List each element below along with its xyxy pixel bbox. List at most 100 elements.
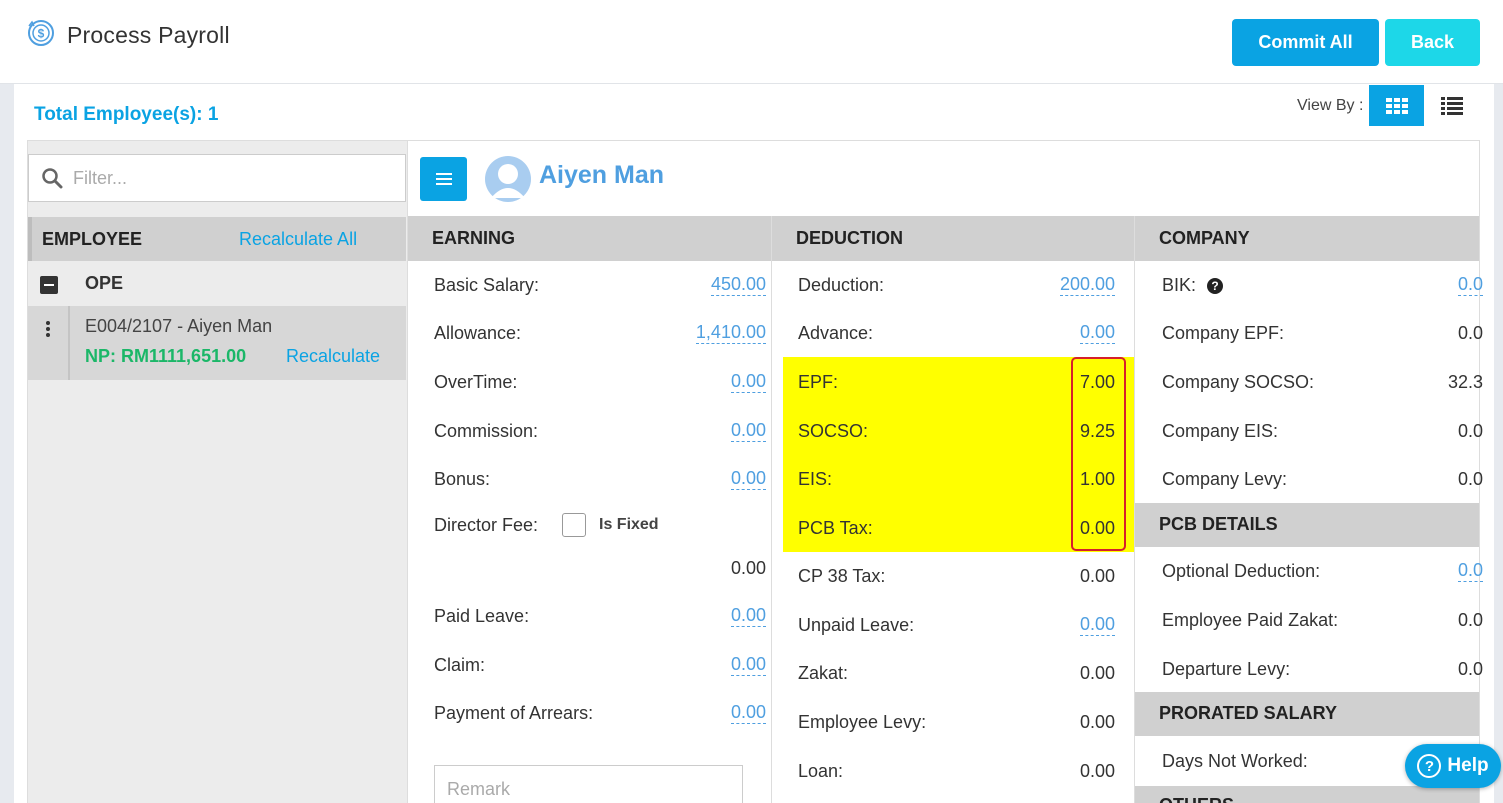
director-fee-label: Director Fee: — [434, 515, 539, 535]
column-divider — [771, 216, 772, 803]
arrears-label: Payment of Arrears: — [434, 703, 594, 723]
recalculate-link[interactable]: Recalculate — [286, 346, 380, 367]
company-epf-label: Company EPF: — [1162, 323, 1285, 343]
paid-leave-label: Paid Leave: — [434, 606, 530, 626]
grid-icon — [1385, 97, 1408, 114]
eis-label: EIS: — [798, 469, 833, 489]
remark-placeholder: Remark — [447, 779, 511, 799]
grid-view-button[interactable] — [1369, 85, 1424, 126]
total-employees: Total Employee(s): 1 — [34, 104, 219, 125]
group-row[interactable]: OPE — [28, 262, 406, 306]
group-label: OPE — [85, 273, 124, 293]
page-title: Process Payroll — [67, 22, 230, 48]
deduction-label: Deduction: — [798, 275, 885, 295]
deduction-value[interactable]: 200.00 — [1059, 274, 1115, 296]
recalculate-all-link[interactable]: Recalculate All — [239, 229, 357, 250]
paid-leave-value[interactable]: 0.00 — [730, 605, 766, 627]
employee-name: E004/2107 - Aiyen Man — [85, 316, 273, 336]
kebab-menu-icon[interactable] — [28, 306, 68, 380]
allowance-label: Allowance: — [434, 323, 522, 343]
bik-label: BIK: — [1162, 275, 1197, 295]
optional-deduction-label: Optional Deduction: — [1162, 561, 1321, 581]
arrears-value[interactable]: 0.00 — [730, 702, 766, 724]
back-button[interactable]: Back — [1385, 19, 1480, 66]
zakat-label: Zakat: — [798, 663, 849, 683]
search-icon — [42, 168, 63, 189]
list-view-button[interactable] — [1432, 85, 1472, 126]
company-levy-value: 0.0 — [1458, 469, 1484, 489]
help-circle-icon[interactable]: ? — [1207, 278, 1223, 294]
filter-input[interactable] — [73, 155, 393, 201]
company-eis-label: Company EIS: — [1162, 421, 1279, 441]
company-eis-value: 0.0 — [1458, 421, 1484, 441]
net-pay: NP: RM1111,651.00 — [85, 346, 247, 366]
commission-label: Commission: — [434, 421, 539, 441]
commission-value[interactable]: 0.00 — [730, 420, 766, 442]
is-fixed-label: Is Fixed — [599, 516, 659, 533]
company-header: COMPANY — [1135, 216, 1479, 261]
overtime-value[interactable]: 0.00 — [730, 371, 766, 393]
bonus-label: Bonus: — [434, 469, 491, 489]
eis-value: 1.00 — [1079, 469, 1115, 489]
row-divider — [68, 306, 70, 380]
socso-value: 9.25 — [1079, 421, 1115, 441]
cp38-tax-label: CP 38 Tax: — [798, 566, 886, 586]
help-label: Help — [1447, 755, 1489, 776]
bonus-value[interactable]: 0.00 — [730, 468, 766, 490]
remark-field[interactable]: Remark — [434, 765, 743, 803]
others-header: OTHERS — [1135, 786, 1479, 803]
claim-value[interactable]: 0.00 — [730, 654, 766, 676]
employee-list-header: EMPLOYEE Recalculate All — [28, 217, 406, 261]
selected-employee-name: Aiyen Man — [539, 161, 665, 189]
collapse-icon[interactable] — [40, 276, 58, 294]
epf-label: EPF: — [798, 372, 839, 392]
overtime-label: OverTime: — [434, 372, 518, 392]
departure-levy-value: 0.0 — [1458, 659, 1484, 679]
bik-value[interactable]: 0.0 — [1458, 274, 1484, 296]
advance-value[interactable]: 0.00 — [1079, 322, 1115, 344]
loan-value: 0.00 — [1079, 761, 1115, 781]
list-icon — [1441, 96, 1463, 115]
prorated-salary-header: PRORATED SALARY — [1135, 692, 1479, 736]
cp38-tax-value: 0.00 — [1079, 566, 1115, 586]
employee-paid-zakat-value: 0.0 — [1458, 610, 1484, 630]
company-socso-label: Company SOCSO: — [1162, 372, 1315, 392]
claim-label: Claim: — [434, 655, 486, 675]
loan-label: Loan: — [798, 761, 844, 781]
menu-button[interactable] — [420, 157, 467, 201]
svg-text:$: $ — [38, 27, 45, 41]
employee-row[interactable]: E004/2107 - Aiyen Man NP: RM1111,651.00 … — [28, 306, 406, 380]
pcb-tax-value: 0.00 — [1079, 518, 1115, 538]
employee-paid-zakat-label: Employee Paid Zakat: — [1162, 610, 1339, 630]
top-bar: $ Process Payroll Commit All Back — [0, 0, 1503, 84]
pcb-tax-label: PCB Tax: — [798, 518, 873, 538]
optional-deduction-value[interactable]: 0.0 — [1458, 560, 1484, 582]
company-socso-value: 32.3 — [1448, 372, 1484, 392]
unpaid-leave-label: Unpaid Leave: — [798, 615, 915, 635]
allowance-value[interactable]: 1,410.00 — [695, 322, 766, 344]
epf-value: 7.00 — [1079, 372, 1115, 392]
avatar — [485, 156, 531, 202]
employee-levy-value: 0.00 — [1079, 712, 1115, 732]
view-by-label: View By : — [1297, 97, 1364, 114]
basic-salary-value[interactable]: 450.00 — [710, 274, 766, 296]
pcb-details-header: PCB DETAILS — [1135, 503, 1479, 547]
is-fixed-checkbox[interactable] — [562, 513, 586, 537]
help-button[interactable]: ? Help — [1405, 744, 1501, 788]
days-not-worked-label: Days Not Worked: — [1162, 751, 1308, 771]
unpaid-leave-value[interactable]: 0.00 — [1079, 614, 1115, 636]
question-icon: ? — [1417, 754, 1442, 778]
deduction-header: DEDUCTION — [772, 216, 1134, 261]
basic-salary-label: Basic Salary: — [434, 275, 540, 295]
filter-box — [28, 154, 406, 202]
director-fee-value: 0.00 — [730, 558, 766, 578]
commit-all-button[interactable]: Commit All — [1232, 19, 1379, 66]
advance-label: Advance: — [798, 323, 874, 343]
payroll-icon: $ — [28, 20, 54, 46]
socso-label: SOCSO: — [798, 421, 869, 441]
employee-levy-label: Employee Levy: — [798, 712, 927, 732]
zakat-value: 0.00 — [1079, 663, 1115, 683]
earning-header: EARNING — [408, 216, 771, 261]
company-epf-value: 0.0 — [1458, 323, 1484, 343]
departure-levy-label: Departure Levy: — [1162, 659, 1291, 679]
